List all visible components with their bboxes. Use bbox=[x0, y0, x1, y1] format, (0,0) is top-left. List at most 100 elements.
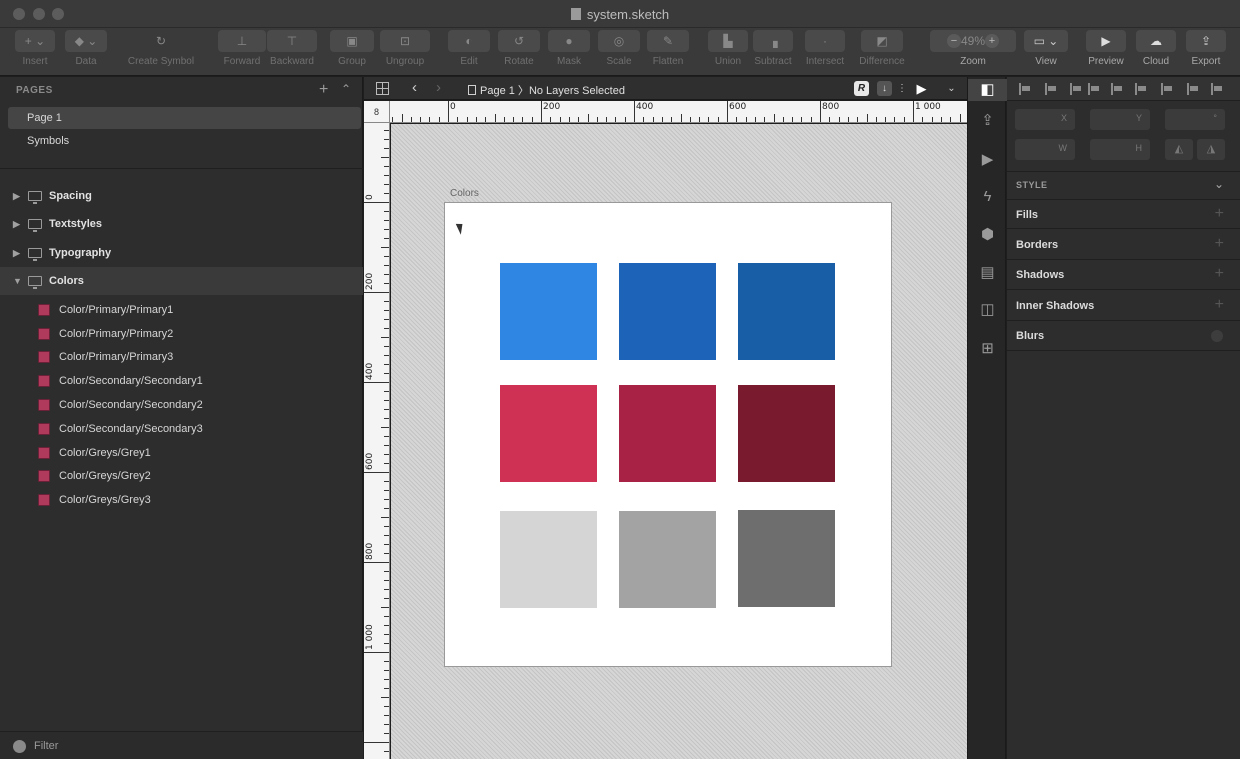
y-field[interactable]: Y bbox=[1090, 109, 1150, 130]
prototype-play-icon[interactable]: ▶ bbox=[978, 150, 997, 169]
flatten-button[interactable]: ✎ Flatten bbox=[646, 30, 690, 72]
artboard-typography[interactable]: ▶ Typography bbox=[0, 239, 363, 267]
inspector-tab-icon[interactable]: ◧ bbox=[968, 79, 1007, 101]
more-icon[interactable]: ⋮ bbox=[897, 81, 907, 96]
filter-icon[interactable] bbox=[13, 740, 26, 753]
fills-section[interactable]: Fills + bbox=[1007, 199, 1240, 229]
swatch-grey3[interactable] bbox=[738, 510, 835, 607]
download-icon[interactable]: ↓ bbox=[877, 81, 892, 96]
horizontal-ruler[interactable]: 0 200 400 600 800 1 000 bbox=[390, 101, 967, 123]
export-button[interactable]: ⇪ Export bbox=[1184, 30, 1228, 72]
preview-button[interactable]: ▶ Preview bbox=[1084, 30, 1128, 72]
scale-button[interactable]: ◎ Scale bbox=[598, 30, 640, 72]
swatch-primary3[interactable] bbox=[738, 263, 835, 360]
distribute-vertical-icon[interactable] bbox=[1187, 83, 1199, 95]
layer-item[interactable]: Color/Greys/Grey3 bbox=[0, 489, 363, 512]
share-icon[interactable]: ⇪ bbox=[978, 111, 997, 130]
components-icon[interactable]: ◫ bbox=[978, 300, 997, 319]
add-inner-shadow-icon[interactable]: + bbox=[1215, 296, 1224, 314]
width-field[interactable]: W bbox=[1015, 139, 1075, 160]
intersect-button[interactable]: · Intersect bbox=[802, 30, 848, 72]
align-top-icon[interactable] bbox=[1111, 83, 1123, 95]
disclosure-right-icon[interactable]: ▶ bbox=[13, 210, 20, 238]
vertical-ruler[interactable]: 0 200 400 600 800 1 000 bbox=[364, 123, 390, 759]
add-page-icon[interactable]: + bbox=[319, 81, 328, 99]
mask-button[interactable]: ● Mask bbox=[548, 30, 590, 72]
align-middle-icon[interactable] bbox=[1135, 83, 1147, 95]
view-button[interactable]: ▭ ⌄ View bbox=[1024, 30, 1068, 72]
lightning-icon[interactable]: ϟ bbox=[978, 187, 997, 206]
swatch-grey1[interactable] bbox=[500, 511, 597, 608]
union-button[interactable]: ▙ Union bbox=[708, 30, 748, 72]
filter-bar[interactable]: Filter bbox=[0, 731, 363, 759]
layer-item[interactable]: Color/Secondary/Secondary2 bbox=[0, 394, 363, 417]
blur-toggle-icon[interactable] bbox=[1211, 330, 1223, 342]
layer-item[interactable]: Color/Primary/Primary2 bbox=[0, 323, 363, 346]
layer-item[interactable]: Color/Greys/Grey1 bbox=[0, 442, 363, 465]
add-shadow-icon[interactable]: + bbox=[1215, 265, 1224, 283]
zoom-out-button[interactable]: − bbox=[946, 34, 961, 48]
collapse-pages-icon[interactable]: ⌃ bbox=[341, 82, 351, 96]
height-field[interactable]: H bbox=[1090, 139, 1150, 160]
swatch-primary1[interactable] bbox=[500, 263, 597, 360]
insert-button[interactable]: + ⌄ Insert bbox=[14, 30, 56, 72]
ungroup-button[interactable]: ⊡ Ungroup bbox=[380, 30, 430, 72]
cloud-button[interactable]: ☁ Cloud bbox=[1134, 30, 1178, 72]
x-field[interactable]: X bbox=[1015, 109, 1075, 130]
chevron-down-icon[interactable]: ⌄ bbox=[944, 81, 959, 96]
flip-vertical-icon[interactable]: ◮ bbox=[1197, 139, 1225, 160]
zoom-control[interactable]: − 49% + Zoom bbox=[930, 30, 1016, 72]
backward-button[interactable]: ⊤ Backward bbox=[266, 30, 318, 72]
forward-button[interactable]: ⊥ Forward bbox=[218, 30, 266, 72]
play-icon[interactable]: ▶ bbox=[914, 81, 929, 96]
shadows-section[interactable]: Shadows + bbox=[1007, 260, 1240, 290]
difference-button[interactable]: ◩ Difference bbox=[854, 30, 910, 72]
align-right-icon[interactable] bbox=[1070, 83, 1082, 95]
layout-icon[interactable]: ▤ bbox=[978, 263, 997, 282]
swatch-primary2[interactable] bbox=[619, 263, 716, 360]
artboard-title[interactable]: Colors bbox=[450, 188, 479, 199]
add-fill-icon[interactable]: + bbox=[1215, 205, 1224, 223]
rotate-button[interactable]: ↺ Rotate bbox=[498, 30, 540, 72]
disclosure-down-icon[interactable]: ▼ bbox=[13, 267, 22, 295]
align-center-icon[interactable] bbox=[1045, 83, 1057, 95]
page-item-symbols[interactable]: Symbols bbox=[8, 130, 361, 152]
tidy-icon[interactable] bbox=[1211, 83, 1223, 95]
group-button[interactable]: ▣ Group bbox=[330, 30, 374, 72]
chevron-down-icon[interactable]: ⌄ bbox=[1214, 177, 1224, 191]
hexagon-icon[interactable]: ⬢ bbox=[978, 225, 997, 244]
plugin-r-icon[interactable]: R bbox=[854, 81, 869, 96]
add-border-icon[interactable]: + bbox=[1215, 235, 1224, 253]
grid-view-icon[interactable] bbox=[376, 82, 389, 95]
artboard-colors[interactable]: ▼ Colors bbox=[0, 267, 363, 295]
distribute-horizontal-icon[interactable] bbox=[1088, 83, 1100, 95]
layer-item[interactable]: Color/Secondary/Secondary3 bbox=[0, 418, 363, 441]
flip-horizontal-icon[interactable]: ◭ bbox=[1165, 139, 1193, 160]
align-left-icon[interactable] bbox=[1019, 83, 1031, 95]
artboard-textstyles[interactable]: ▶ Textstyles bbox=[0, 210, 363, 238]
blurs-section[interactable]: Blurs bbox=[1007, 321, 1240, 351]
borders-section[interactable]: Borders + bbox=[1007, 230, 1240, 260]
page-item-page-1[interactable]: Page 1 bbox=[8, 107, 361, 129]
disclosure-right-icon[interactable]: ▶ bbox=[13, 182, 20, 210]
filter-label[interactable]: Filter bbox=[34, 740, 58, 752]
align-bottom-icon[interactable] bbox=[1161, 83, 1173, 95]
swatch-secondary2[interactable] bbox=[619, 385, 716, 482]
forward-icon[interactable]: › bbox=[436, 79, 441, 96]
edit-button[interactable]: ◐ Edit bbox=[448, 30, 490, 72]
layer-item[interactable]: Color/Primary/Primary1 bbox=[0, 299, 363, 322]
subtract-button[interactable]: ▗ Subtract bbox=[750, 30, 796, 72]
swatch-secondary3[interactable] bbox=[738, 385, 835, 482]
inner-shadows-section[interactable]: Inner Shadows + bbox=[1007, 291, 1240, 321]
back-icon[interactable]: ‹ bbox=[412, 79, 417, 96]
image-icon[interactable]: ⊞ bbox=[978, 339, 997, 358]
disclosure-right-icon[interactable]: ▶ bbox=[13, 239, 20, 267]
data-button[interactable]: ◆ ⌄ Data bbox=[64, 30, 108, 72]
artboard-spacing[interactable]: ▶ Spacing bbox=[0, 182, 363, 210]
create-symbol-button[interactable]: ↻ Create Symbol bbox=[122, 30, 200, 72]
swatch-grey2[interactable] bbox=[619, 511, 716, 608]
zoom-in-button[interactable]: + bbox=[985, 34, 1000, 48]
layer-item[interactable]: Color/Secondary/Secondary1 bbox=[0, 370, 363, 393]
layer-item[interactable]: Color/Greys/Grey2 bbox=[0, 465, 363, 488]
layer-item[interactable]: Color/Primary/Primary3 bbox=[0, 346, 363, 369]
